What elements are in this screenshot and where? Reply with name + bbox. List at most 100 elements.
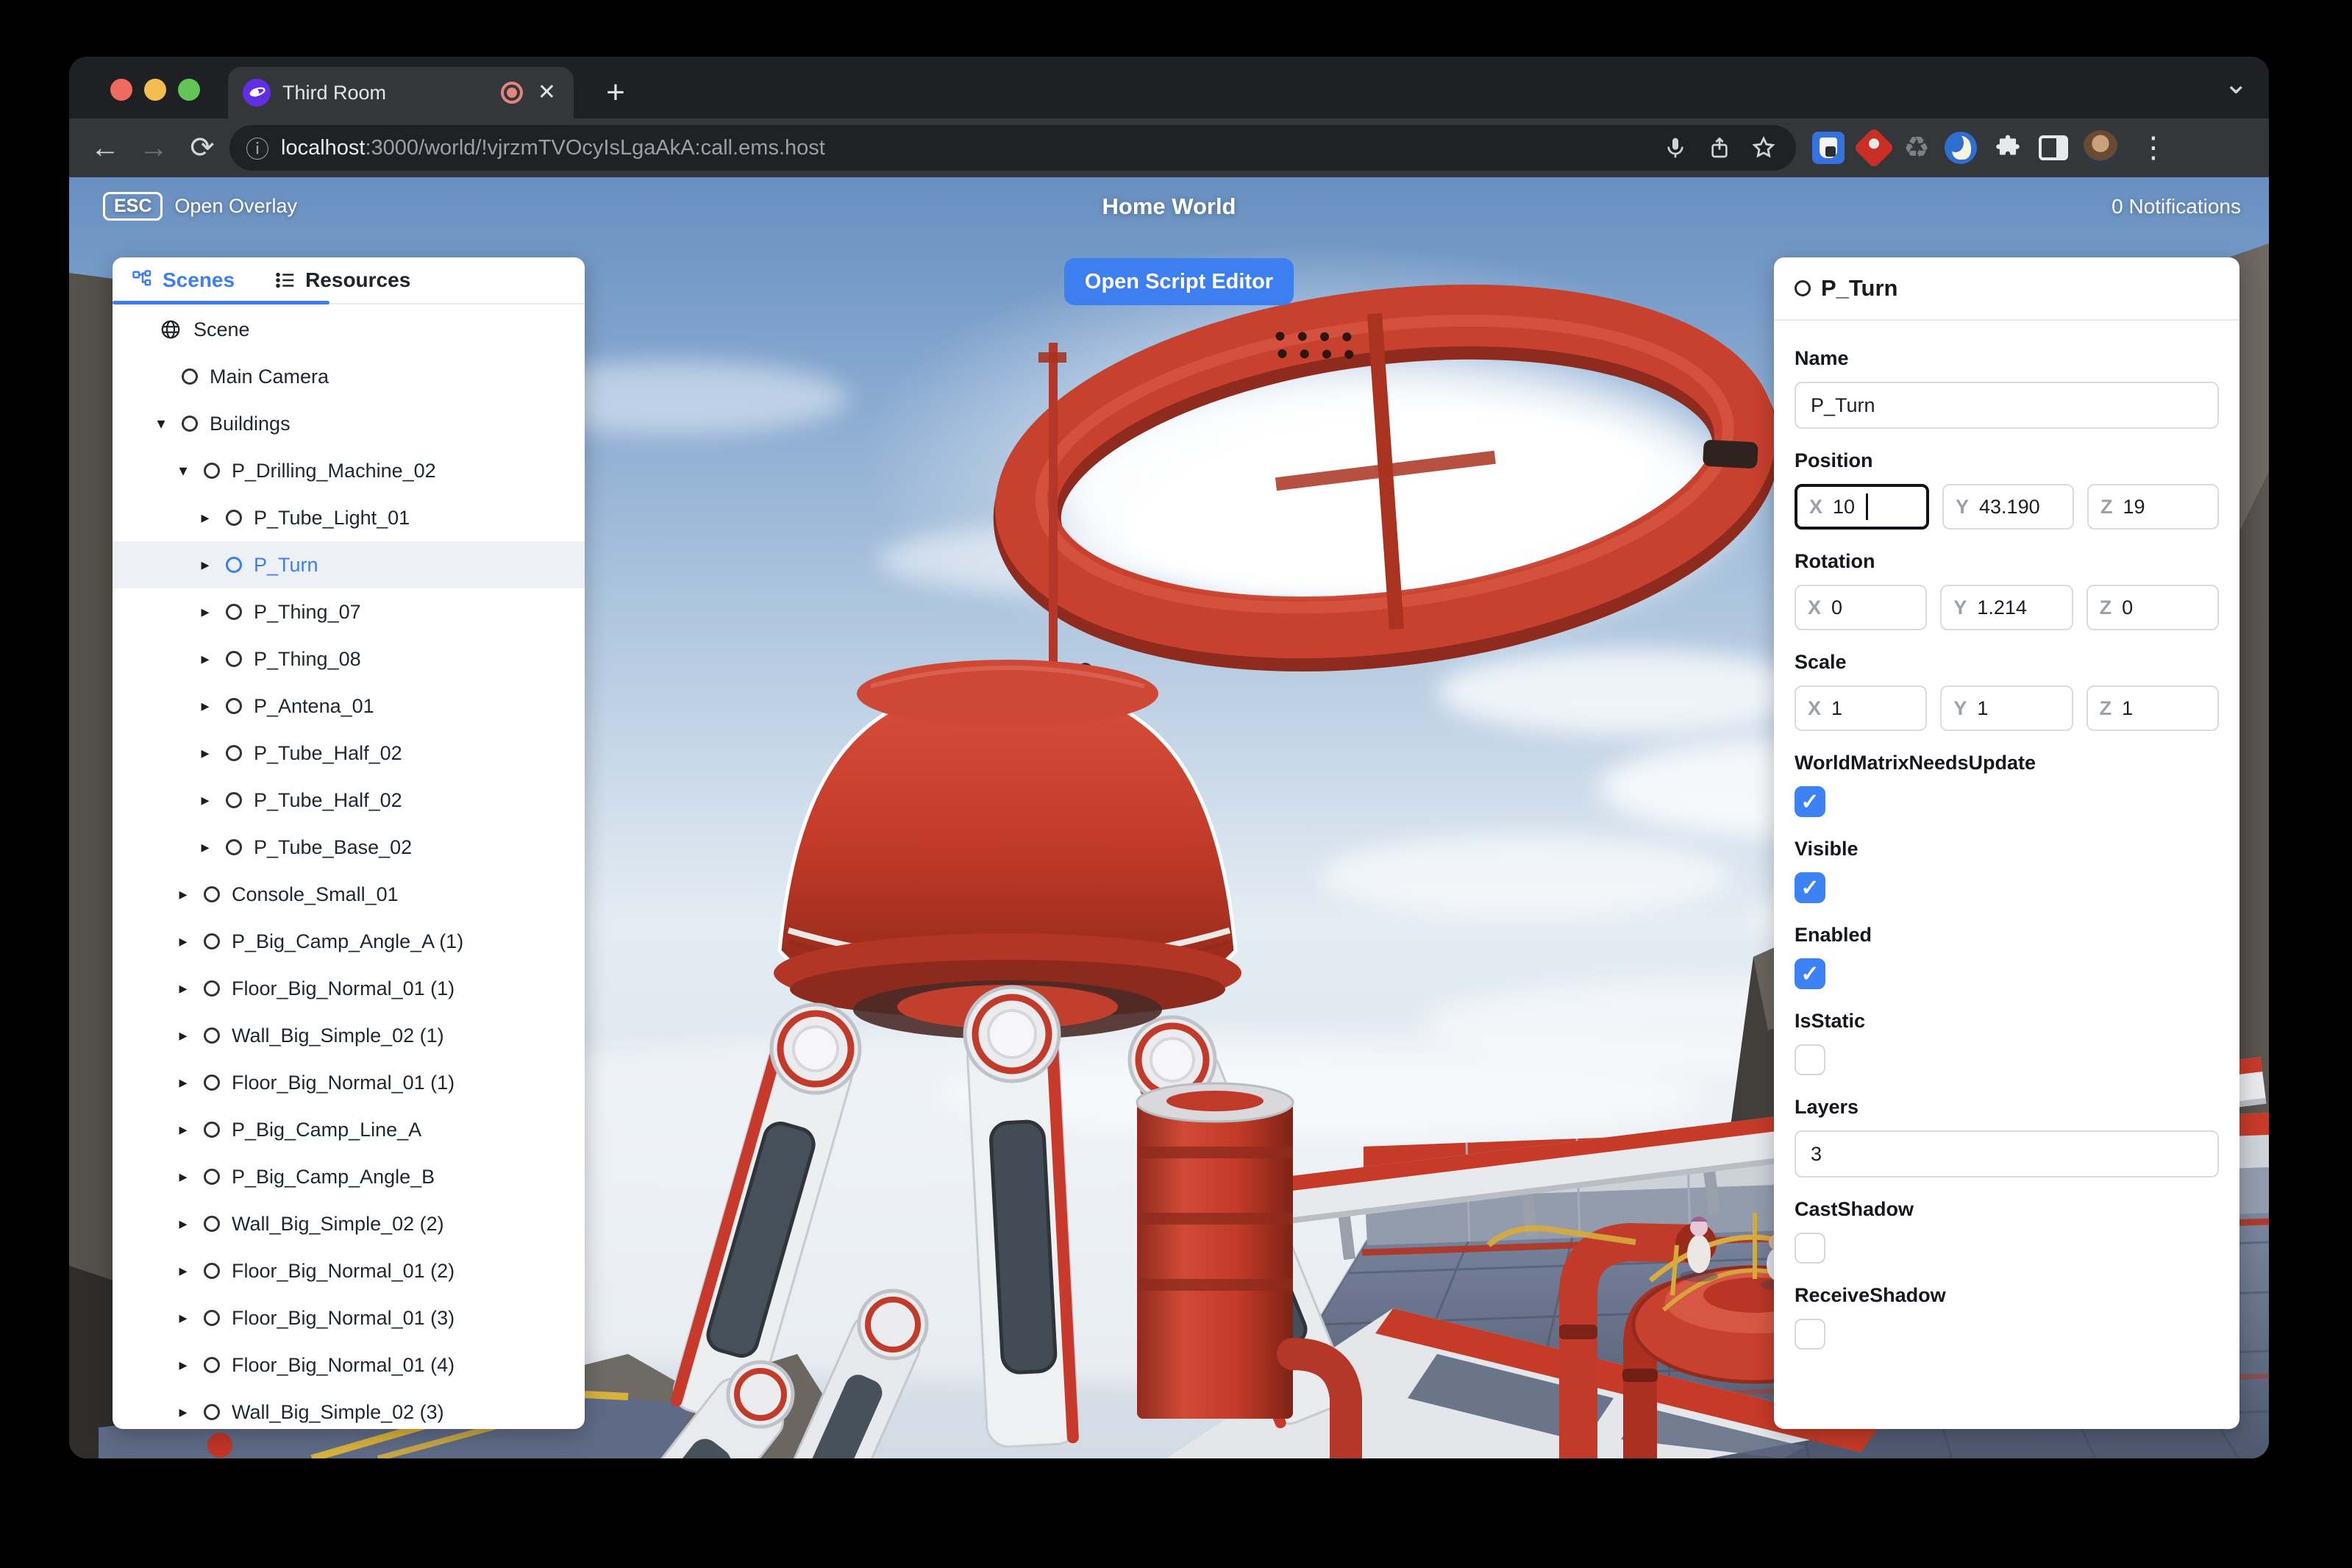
privacy-shield-extension-icon[interactable] [1812, 132, 1845, 164]
layers-input[interactable]: 3 [1795, 1130, 2219, 1177]
minimize-window-button[interactable] [144, 79, 166, 101]
recycle-extension-icon[interactable]: ♻ [1903, 131, 1930, 165]
tree-item-console-small-01[interactable]: ▸ Console_Small_01 [113, 871, 585, 918]
tree-item-wall-big-simple-02-2[interactable]: ▸ Wall_Big_Simple_02 (2) [113, 1200, 585, 1247]
tree-item-label: P_Tube_Base_02 [254, 835, 413, 858]
expander-right-icon[interactable]: ▸ [196, 696, 214, 716]
tree-item-main-camera[interactable]: Main Camera [113, 353, 585, 400]
3d-viewport[interactable]: ESC Open Overlay Home World 0 Notificati… [69, 177, 2269, 1458]
tree-item-p-thing-08[interactable]: ▸ P_Thing_08 [113, 635, 585, 683]
expander-right-icon[interactable]: ▸ [196, 791, 214, 810]
expander-right-icon[interactable]: ▸ [174, 1261, 192, 1280]
castshadow-checkbox[interactable] [1795, 1233, 1825, 1264]
tree-item-p-drilling-machine-02[interactable]: ▾ P_Drilling_Machine_02 [113, 447, 585, 494]
bookmark-star-icon[interactable] [1747, 132, 1780, 164]
scene-hierarchy-panel: Scenes Resources Scene Main Camera ▾ Buildi… [113, 257, 585, 1429]
expander-down-icon[interactable]: ▾ [152, 414, 170, 433]
page-info-icon[interactable]: ⓘ [246, 131, 269, 165]
expander-right-icon[interactable]: ▸ [174, 1214, 192, 1233]
expander-right-icon[interactable]: ▸ [174, 1120, 192, 1139]
worldmatrixneedsupdate-checkbox[interactable]: ✓ [1795, 786, 1825, 817]
tree-item-p-tube-half-02[interactable]: ▸ P_Tube_Half_02 [113, 777, 585, 824]
redux-devtools-extension-icon[interactable] [1853, 126, 1895, 169]
rotation-inputs: X 0 Y 1.214 Z 0 [1795, 585, 2219, 630]
tab-scenes[interactable]: Scenes [132, 257, 235, 303]
inspector-header: P_Turn [1774, 257, 2239, 321]
expander-right-icon[interactable]: ▸ [174, 1167, 192, 1186]
tree-item-p-tube-light-01[interactable]: ▸ P_Tube_Light_01 [113, 494, 585, 541]
back-button[interactable]: ← [84, 126, 126, 169]
zoom-window-button[interactable] [178, 79, 200, 101]
tab-search-chevron-icon[interactable]: ⌄ [2223, 67, 2248, 101]
receiveshadow-checkbox[interactable] [1795, 1319, 1825, 1350]
scale-x-input[interactable]: X1 [1795, 685, 1928, 731]
expander-right-icon[interactable]: ▸ [196, 555, 214, 574]
enabled-checkbox[interactable]: ✓ [1795, 958, 1825, 989]
visible-checkbox[interactable]: ✓ [1795, 872, 1825, 903]
tree-item-label: Wall_Big_Simple_02 (2) [232, 1212, 444, 1235]
refresh-button[interactable]: ⟳ [181, 126, 224, 169]
component-fields: WorldMatrixNeedsUpdate ✓ Visible ✓ Enabled ✓ I… [1795, 752, 2219, 1350]
tree-item-p-big-camp-line-a[interactable]: ▸ P_Big_Camp_Line_A [113, 1106, 585, 1153]
expander-right-icon[interactable]: ▸ [196, 838, 214, 857]
text-caret [1866, 493, 1869, 520]
close-window-button[interactable] [110, 79, 132, 101]
tree-item-wall-big-simple-02-1[interactable]: ▸ Wall_Big_Simple_02 (1) [113, 1012, 585, 1059]
rotation-z-input[interactable]: Z0 [2086, 585, 2219, 630]
expander-right-icon[interactable]: ▸ [174, 885, 192, 904]
expander-right-icon[interactable]: ▸ [174, 932, 192, 951]
tree-item-wall-big-simple-02-3[interactable]: ▸ Wall_Big_Simple_02 (3) [113, 1389, 585, 1429]
browser-menu-icon[interactable]: ⋮ [2133, 131, 2174, 165]
tree-item-scene[interactable]: Scene [113, 306, 585, 353]
expander-right-icon[interactable]: ▸ [174, 979, 192, 998]
tree-item-p-big-camp-angle-a-1[interactable]: ▸ P_Big_Camp_Angle_A (1) [113, 918, 585, 965]
tree-item-floor-big-normal-01-1[interactable]: ▸ Floor_Big_Normal_01 (1) [113, 1059, 585, 1106]
isstatic-checkbox[interactable] [1795, 1044, 1825, 1075]
scale-y-input[interactable]: Y1 [1940, 685, 2073, 731]
scale-z-input[interactable]: Z1 [2086, 685, 2219, 731]
tree-item-floor-big-normal-01-2[interactable]: ▸ Floor_Big_Normal_01 (2) [113, 1247, 585, 1294]
name-input[interactable]: P_Turn [1795, 382, 2219, 429]
tree-item-floor-big-normal-01-3[interactable]: ▸ Floor_Big_Normal_01 (3) [113, 1294, 585, 1341]
tree-item-p-thing-07[interactable]: ▸ P_Thing_07 [113, 588, 585, 635]
rotation-x-input[interactable]: X0 [1795, 585, 1928, 630]
rotation-y-input[interactable]: Y 1.214 [1940, 585, 2073, 630]
profile-avatar[interactable] [2082, 130, 2118, 165]
position-z-input[interactable]: Z 19 [2087, 484, 2219, 530]
expander-right-icon[interactable]: ▸ [196, 649, 214, 669]
side-panel-icon[interactable] [2038, 135, 2068, 160]
window-controls [110, 79, 200, 101]
position-y-input[interactable]: Y 43.190 [1942, 484, 2074, 530]
new-tab-button[interactable]: + [596, 73, 635, 113]
tree-item-p-antena-01[interactable]: ▸ P_Antena_01 [113, 683, 585, 730]
expander-right-icon[interactable]: ▸ [196, 602, 214, 621]
url-bar[interactable]: ⓘ localhost:3000/world/!vjrzmTVOcyIsLgaA… [229, 125, 1796, 171]
dark-reader-extension-icon[interactable] [1944, 132, 1977, 164]
tree-item-floor-big-normal-01-4[interactable]: ▸ Floor_Big_Normal_01 (4) [113, 1341, 585, 1389]
extensions-puzzle-icon[interactable] [1992, 132, 2024, 164]
expander-right-icon[interactable]: ▸ [174, 1026, 192, 1045]
share-icon[interactable] [1703, 132, 1736, 164]
expander-right-icon[interactable]: ▸ [174, 1073, 192, 1092]
tree-item-buildings[interactable]: ▾ Buildings [113, 400, 585, 447]
microphone-icon[interactable] [1659, 132, 1692, 164]
expander-right-icon[interactable]: ▸ [196, 508, 214, 527]
open-script-editor-button[interactable]: Open Script Editor [1064, 258, 1294, 305]
check-icon: ✓ [1800, 875, 1820, 900]
tree-item-p-tube-base-02[interactable]: ▸ P_Tube_Base_02 [113, 824, 585, 871]
notifications-label[interactable]: 0 Notifications [2112, 195, 2241, 218]
expander-right-icon[interactable]: ▸ [174, 1308, 192, 1328]
browser-tab[interactable]: Third Room ✕ [228, 67, 574, 118]
expander-right-icon[interactable]: ▸ [174, 1355, 192, 1375]
close-tab-icon[interactable]: ✕ [535, 79, 559, 107]
tree-item-p-big-camp-angle-b[interactable]: ▸ P_Big_Camp_Angle_B [113, 1153, 585, 1200]
expander-down-icon[interactable]: ▾ [174, 461, 192, 480]
expander-right-icon[interactable]: ▸ [196, 744, 214, 763]
tree-item-floor-big-normal-01-1[interactable]: ▸ Floor_Big_Normal_01 (1) [113, 965, 585, 1012]
tree-item-p-tube-half-02[interactable]: ▸ P_Tube_Half_02 [113, 730, 585, 777]
position-x-input[interactable]: X 10 [1795, 484, 1929, 530]
tab-resources[interactable]: Resources [274, 257, 410, 303]
tab-strip: Third Room ✕ + ⌄ [69, 57, 2269, 118]
tree-item-p-turn[interactable]: ▸ P_Turn [113, 541, 585, 588]
expander-right-icon[interactable]: ▸ [174, 1403, 192, 1422]
